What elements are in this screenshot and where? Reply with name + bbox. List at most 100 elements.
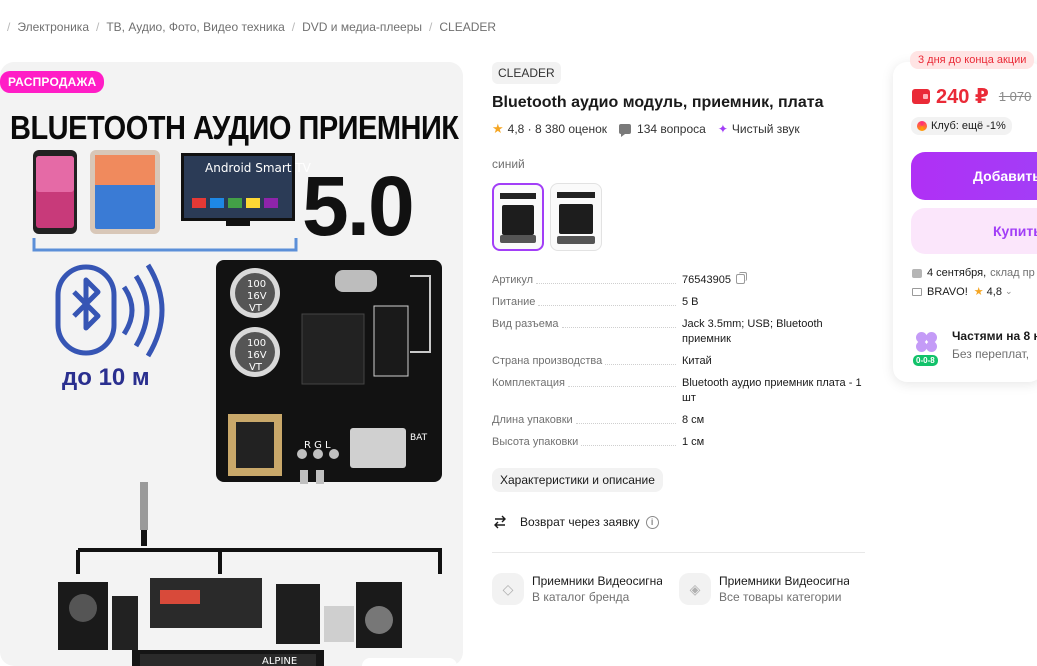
reviews-link[interactable]: 8 380 оценок: [535, 122, 607, 136]
rating-row: ★ 4,8 · 8 380 оценок 134 вопроса ✦ Чисты…: [492, 121, 800, 137]
breadcrumb-separator: /: [429, 20, 433, 34]
breadcrumb-item-tv-audio[interactable]: ТВ, Аудио, Фото, Видео техника: [106, 20, 284, 34]
spec-value: 5 В: [682, 296, 699, 308]
club-discount-chip[interactable]: Клуб: ещё -1%: [911, 117, 1012, 135]
promo-countdown: 3 дня до конца акции: [910, 51, 1035, 69]
star-icon: ★: [973, 286, 984, 298]
category-links: ◇ Приемники Видеосигнала В каталог бренд…: [492, 573, 849, 605]
specs-description-button[interactable]: Характеристики и описание: [492, 468, 663, 492]
spec-value: 76543905: [682, 274, 731, 286]
spec-row: Комплектация Bluetooth аудио приемник пл…: [492, 376, 867, 406]
capacitor-label: VT: [249, 303, 263, 314]
breadcrumb: / Электроника / ТВ, Аудио, Фото, Видео т…: [0, 20, 496, 34]
video-preview-chip[interactable]: [362, 658, 457, 666]
tv-screen-label: Android Smart TV: [205, 161, 312, 175]
breadcrumb-separator: /: [7, 20, 11, 34]
box-icon: [912, 268, 922, 278]
spec-row: Артикул 76543905: [492, 272, 867, 288]
delivery-info: 4 сентября, склад пр: [912, 267, 1035, 279]
questions-link[interactable]: 134 вопроса: [637, 122, 706, 136]
spec-value: Bluetooth аудио приемник плата - 1 шт: [682, 377, 862, 404]
capacitor-label: 100: [247, 279, 266, 290]
copy-icon[interactable]: [735, 272, 747, 284]
range-label: до 10 м: [62, 364, 150, 391]
buy-now-button[interactable]: Купить: [911, 208, 1037, 254]
breadcrumb-item-electronics[interactable]: Электроника: [17, 20, 89, 34]
category-link-subtitle: В каталог бренда: [532, 590, 630, 604]
spec-name: Высота упаковки: [492, 435, 582, 450]
delivery-date: 4 сентября,: [927, 267, 987, 279]
delivery-place: склад пр: [990, 267, 1035, 279]
specs-list: Артикул 76543905 Питание 5 В Вид разъема…: [492, 272, 867, 457]
spec-name: Длина упаковки: [492, 413, 576, 428]
product-title: Bluetooth аудио модуль, приемник, плата: [492, 94, 824, 111]
color-label: синий: [492, 157, 525, 171]
return-text: Возврат через заявку: [520, 515, 640, 529]
category-link-title: Приемники Видеосигнала: [532, 574, 662, 588]
spec-row: Питание 5 В: [492, 295, 867, 310]
car-radio-brand: ALPINE: [262, 656, 297, 666]
rating-separator: ·: [524, 122, 536, 136]
installment-title: Частями на 8 н: [952, 329, 1037, 343]
board-marking: R G L: [304, 440, 331, 451]
breadcrumb-item-dvd[interactable]: DVD и медиа-плееры: [302, 20, 422, 34]
category-link-title: Приемники Видеосигнала: [719, 574, 849, 588]
old-price: 1 070: [998, 89, 1032, 104]
capacitor-label: 100: [247, 338, 266, 349]
seller-rating: 4,8: [986, 285, 1002, 298]
price: 240 ₽: [936, 86, 989, 108]
spec-value: Китай: [682, 355, 712, 367]
bluetooth-version: 5.0: [302, 159, 415, 253]
add-to-cart-button[interactable]: Добавить: [911, 152, 1037, 200]
spec-value: 8 см: [682, 414, 705, 426]
question-icon: [619, 124, 632, 137]
rating-value: 4,8: [507, 122, 525, 136]
brand-catalog-link[interactable]: ◇ Приемники Видеосигнала В каталог бренд…: [492, 573, 662, 605]
capacitor-label: VT: [249, 362, 263, 373]
installment-offer[interactable]: 0-0-8 Частями на 8 н Без переплат,: [910, 328, 1037, 368]
spec-row: Длина упаковки 8 см: [492, 413, 867, 428]
installment-badge: 0-0-8: [912, 354, 939, 367]
brand-chip[interactable]: CLEADER: [492, 62, 561, 84]
breadcrumb-item-brand[interactable]: CLEADER: [439, 20, 496, 34]
spec-value: Jack 3.5mm; USB; Bluetooth приемник: [682, 318, 823, 345]
sparkle-icon: ✦: [717, 122, 728, 136]
capacitor-label: 16V: [247, 350, 267, 361]
shop-icon: [912, 287, 922, 296]
wallet-icon: [912, 89, 930, 104]
spec-row: Вид разъема Jack 3.5mm; USB; Bluetooth п…: [492, 317, 867, 347]
variant-thumbnail-typec[interactable]: [550, 183, 602, 251]
spec-name: Страна производства: [492, 354, 606, 369]
star-icon: ★: [492, 121, 504, 136]
spec-row: Страна производства Китай: [492, 354, 867, 369]
club-icon: [917, 121, 927, 131]
spec-name: Комплектация: [492, 376, 568, 391]
return-icon: [494, 515, 506, 529]
category-link-subtitle: Все товары категории: [719, 590, 842, 604]
variant-thumbnails: [492, 183, 602, 251]
club-discount-text: Клуб: ещё -1%: [931, 120, 1006, 132]
seller-name: BRAVO!: [927, 285, 968, 298]
board-marking: BAT: [410, 433, 428, 443]
price-row: 240 ₽ 1 070: [912, 84, 1031, 109]
variant-thumbnail-blue[interactable]: [492, 183, 544, 251]
category-all-link[interactable]: ◈ Приемники Видеосигнала Все товары кате…: [679, 573, 849, 605]
feature-tag: Чистый звук: [731, 122, 800, 136]
layers-icon: ◈: [679, 573, 711, 605]
spec-name: Вид разъема: [492, 317, 562, 332]
capacitor-label: 16V: [247, 291, 267, 302]
info-icon[interactable]: i: [645, 515, 659, 529]
spec-name: Артикул: [492, 273, 537, 288]
breadcrumb-separator: /: [291, 20, 296, 34]
installment-clover-icon: 0-0-8: [910, 328, 944, 368]
seller-info[interactable]: BRAVO! ★ 4,8 ⌄: [912, 285, 1012, 298]
installment-subtitle: Без переплат,: [952, 347, 1030, 361]
return-policy: Возврат через заявку i: [492, 515, 659, 529]
spec-row: Высота упаковки 1 см: [492, 435, 867, 450]
hero-title: BLUETOOTH АУДИО ПРИЕМНИК: [10, 110, 459, 147]
breadcrumb-separator: /: [96, 20, 100, 34]
chevron-down-icon: ⌄: [1004, 286, 1013, 296]
product-image-gallery[interactable]: Android Smart TV 100 16V VT 100 16V VT R…: [0, 62, 463, 666]
sale-badge: РАСПРОДАЖА: [0, 71, 105, 93]
divider: [492, 552, 865, 553]
